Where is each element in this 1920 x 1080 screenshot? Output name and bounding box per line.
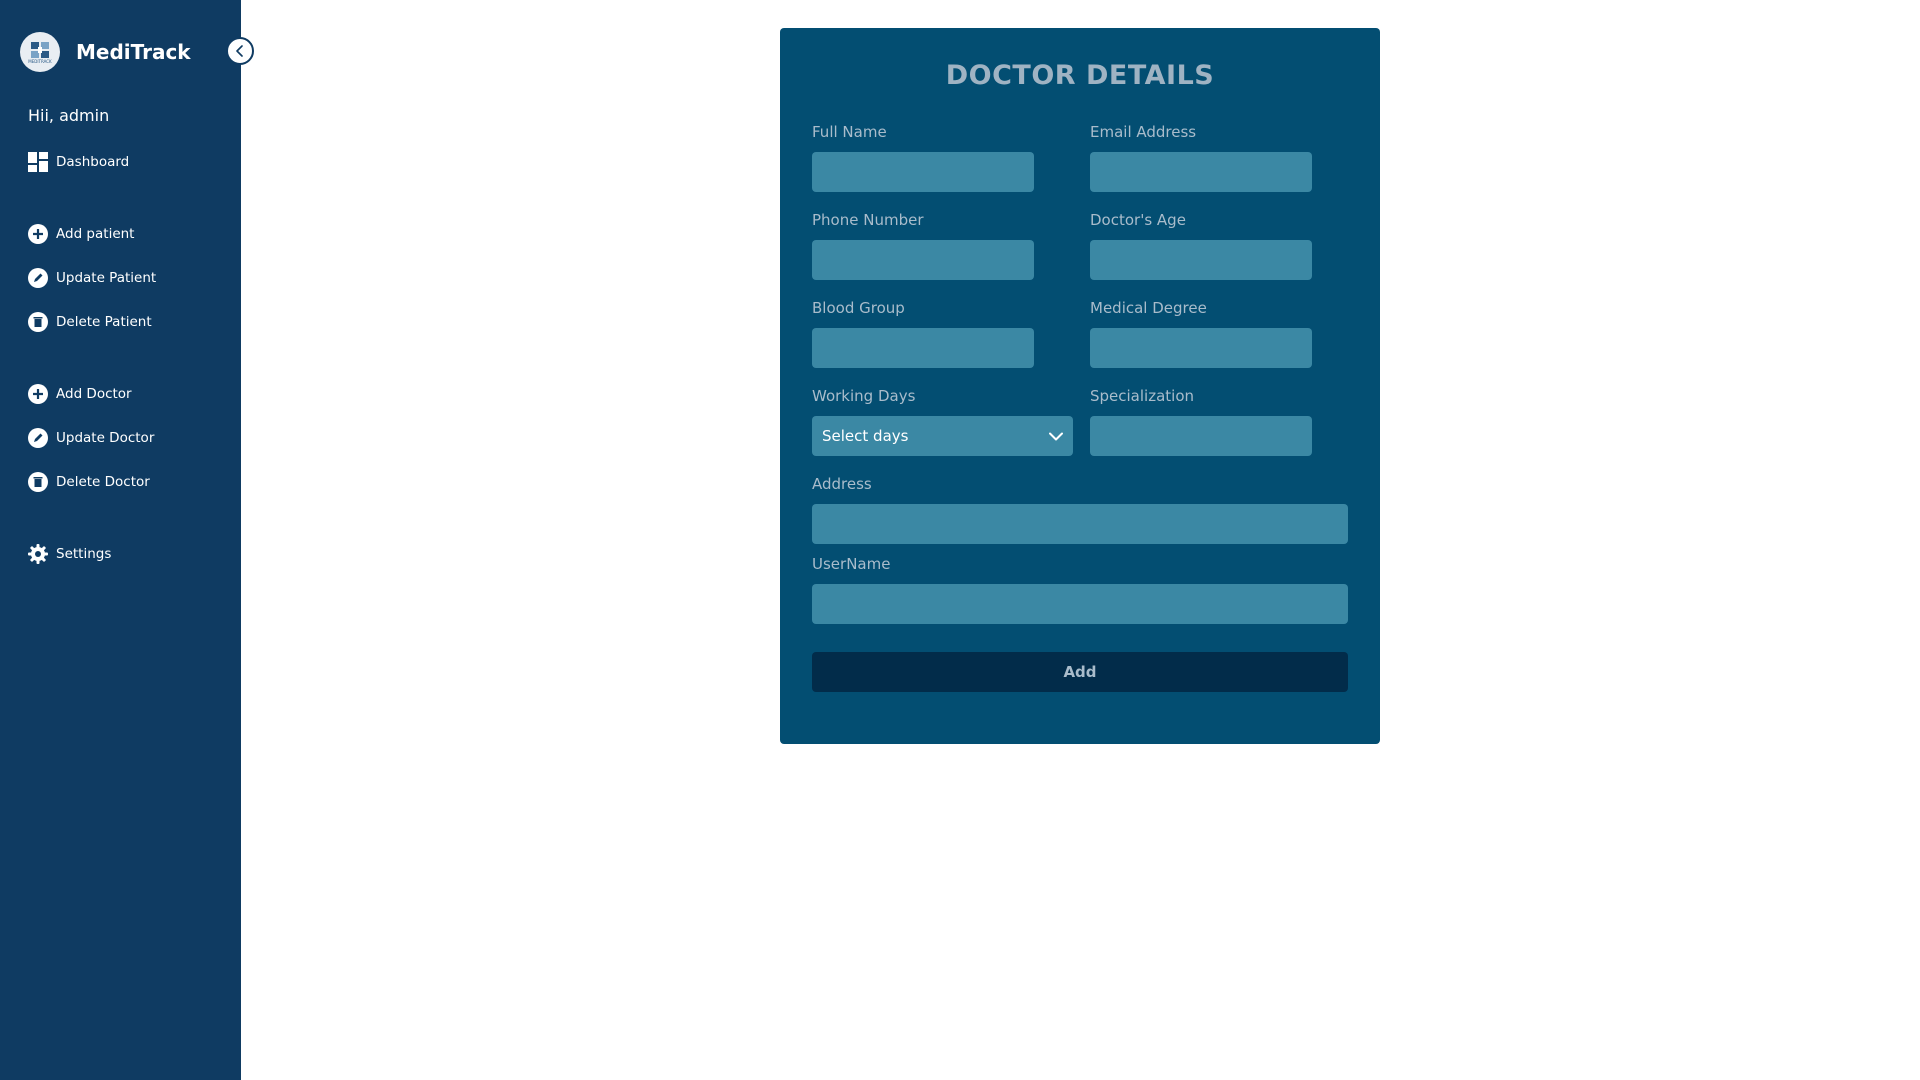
full-name-input[interactable]	[812, 152, 1034, 192]
sidebar-item-settings[interactable]: Settings	[28, 542, 111, 566]
sidebar-item-delete-doctor[interactable]: Delete Doctor	[28, 470, 150, 494]
age-input[interactable]	[1090, 240, 1312, 280]
sidebar-item-label: Update Patient	[56, 270, 157, 286]
sidebar-item-label: Add patient	[56, 226, 135, 242]
blood-group-label: Blood Group	[812, 299, 905, 317]
address-input[interactable]	[812, 504, 1348, 544]
working-days-value: Select days	[822, 427, 909, 445]
sidebar-item-label: Delete Doctor	[56, 474, 150, 490]
dashboard-icon	[28, 152, 48, 172]
brand-name: MediTrack	[76, 40, 191, 64]
chevron-down-icon	[1049, 432, 1063, 440]
app-logo: MEDITRACK	[20, 32, 60, 72]
working-days-select[interactable]: Select days	[812, 416, 1073, 456]
email-input[interactable]	[1090, 152, 1312, 192]
age-label: Doctor's Age	[1090, 211, 1186, 229]
sidebar-item-label: Add Doctor	[56, 386, 132, 402]
email-label: Email Address	[1090, 123, 1197, 141]
add-doctor-button[interactable]: Add	[812, 652, 1348, 692]
plus-circle-icon	[28, 384, 48, 404]
username-input[interactable]	[812, 584, 1348, 624]
medical-degree-input[interactable]	[1090, 328, 1312, 368]
doctor-details-form: DOCTOR DETAILS Full Name Email Address P…	[780, 28, 1380, 744]
address-label: Address	[812, 475, 872, 493]
working-days-label: Working Days	[812, 387, 916, 405]
trash-circle-icon	[28, 472, 48, 492]
form-title: DOCTOR DETAILS	[945, 60, 1215, 91]
logo-emblem-icon	[31, 41, 49, 58]
blood-group-input[interactable]	[812, 328, 1034, 368]
brand[interactable]: MEDITRACK MediTrack	[20, 32, 191, 72]
medical-degree-label: Medical Degree	[1090, 299, 1207, 317]
sidebar-item-label: Dashboard	[56, 154, 130, 170]
sidebar-item-add-patient[interactable]: Add patient	[28, 222, 134, 246]
chevron-left-icon	[236, 45, 243, 57]
plus-circle-icon	[28, 224, 48, 244]
gear-icon	[28, 544, 48, 564]
sidebar-item-add-doctor[interactable]: Add Doctor	[28, 382, 132, 406]
specialization-input[interactable]	[1090, 416, 1312, 456]
sidebar-item-label: Settings	[56, 546, 112, 562]
logo-text: MEDITRACK	[28, 58, 52, 64]
trash-circle-icon	[28, 312, 48, 332]
sidebar-item-label: Update Doctor	[56, 430, 155, 446]
greeting-text: Hii, admin	[28, 106, 110, 125]
sidebar: MEDITRACK MediTrack Hii, admin Dashboard	[0, 0, 254, 1080]
specialization-label: Specialization	[1090, 387, 1195, 405]
collapse-sidebar-button[interactable]	[226, 37, 254, 65]
sidebar-item-update-doctor[interactable]: Update Doctor	[28, 426, 154, 450]
sidebar-item-update-patient[interactable]: Update Patient	[28, 266, 156, 290]
pencil-circle-icon	[28, 428, 48, 448]
sidebar-item-label: Delete Patient	[56, 314, 152, 330]
sidebar-item-dashboard[interactable]: Dashboard	[28, 150, 129, 174]
phone-label: Phone Number	[812, 211, 924, 229]
sidebar-item-delete-patient[interactable]: Delete Patient	[28, 310, 152, 334]
pencil-circle-icon	[28, 268, 48, 288]
phone-input[interactable]	[812, 240, 1034, 280]
username-label: UserName	[812, 555, 891, 573]
full-name-label: Full Name	[812, 123, 887, 141]
